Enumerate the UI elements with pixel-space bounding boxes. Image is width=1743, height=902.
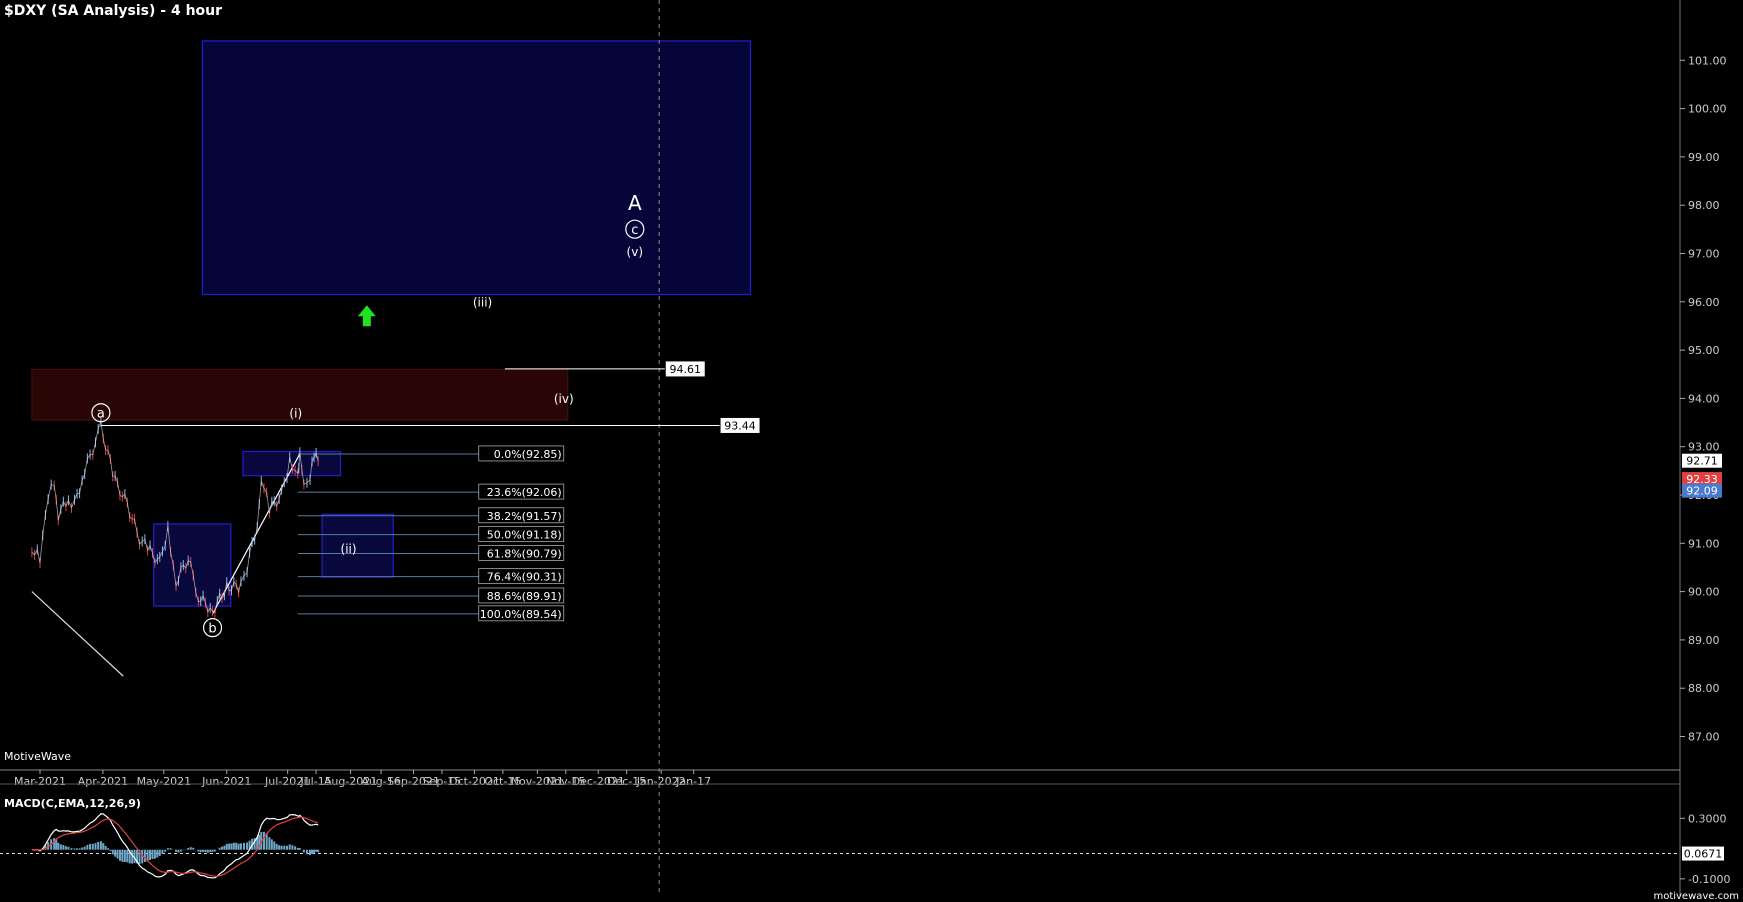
fib-label: 61.8%(90.79)	[487, 547, 562, 560]
up-arrow-icon	[357, 305, 376, 327]
level-label: 93.44	[724, 419, 756, 432]
price-label: 92.09	[1686, 485, 1718, 498]
macd-y-tick-label: 0.3000	[1688, 812, 1727, 825]
price-label: 92.71	[1686, 455, 1718, 468]
y-tick-label: 87.00	[1688, 731, 1720, 744]
macd-value-label: 0.0671	[1684, 848, 1723, 861]
wave-label: (i)	[289, 407, 302, 421]
x-tick-label: Jan-17	[675, 775, 711, 788]
chart-canvas[interactable]: 94.61 93.44 0.0%(92.85) 23.6%(92.06) 38.2%(9…	[0, 0, 1743, 902]
y-tick-label: 91.00	[1688, 537, 1720, 550]
fib-label: 76.4%(90.31)	[487, 571, 562, 584]
y-tick-label: 101.00	[1688, 54, 1727, 67]
y-tick-label: 89.00	[1688, 634, 1720, 647]
x-tick-label: Apr-2021	[78, 775, 128, 788]
wave-label: c	[631, 223, 638, 238]
wave-label: (ii)	[341, 542, 357, 556]
wave-label: a	[97, 407, 105, 422]
level-label: 94.61	[669, 363, 701, 376]
y-tick-label: 97.00	[1688, 248, 1720, 261]
wave-label: (iv)	[554, 392, 574, 406]
site-label: motivewave.com	[1653, 891, 1739, 902]
y-tick-label: 96.00	[1688, 296, 1720, 309]
target-zone-3	[242, 450, 342, 477]
lower-trend-line	[31, 591, 124, 677]
wave-label: b	[208, 622, 216, 637]
fib-label: 100.0%(89.54)	[480, 608, 562, 621]
x-tick-label: Jun-2021	[201, 775, 251, 788]
fib-label: 88.6%(89.91)	[487, 590, 562, 603]
brand-label: MotiveWave	[4, 750, 72, 763]
y-tick-label: 88.00	[1688, 682, 1720, 695]
fib-label: 50.0%(91.18)	[487, 529, 562, 542]
y-tick-label: 93.00	[1688, 441, 1720, 454]
y-tick-label: 95.00	[1688, 344, 1720, 357]
target-zone-4	[321, 513, 394, 578]
wave-label: (v)	[627, 245, 643, 259]
target-zone-0	[201, 40, 752, 296]
macd-y-tick-label: -0.1000	[1688, 873, 1730, 886]
fib-label: 23.6%(92.06)	[487, 486, 562, 499]
macd-title: MACD(C,EMA,12,26,9)	[4, 797, 141, 810]
wave-label: A	[628, 191, 642, 215]
x-tick-label: May-2021	[137, 775, 192, 788]
y-tick-label: 99.00	[1688, 151, 1720, 164]
y-tick-label: 98.00	[1688, 199, 1720, 212]
y-tick-label: 94.00	[1688, 392, 1720, 405]
y-tick-label: 90.00	[1688, 586, 1720, 599]
wave-label: (iii)	[473, 296, 492, 310]
y-tick-label: 100.00	[1688, 103, 1727, 116]
x-tick-label: Mar-2021	[14, 775, 66, 788]
fib-label: 38.2%(91.57)	[487, 510, 562, 523]
fib-label: 0.0%(92.85)	[494, 448, 562, 461]
